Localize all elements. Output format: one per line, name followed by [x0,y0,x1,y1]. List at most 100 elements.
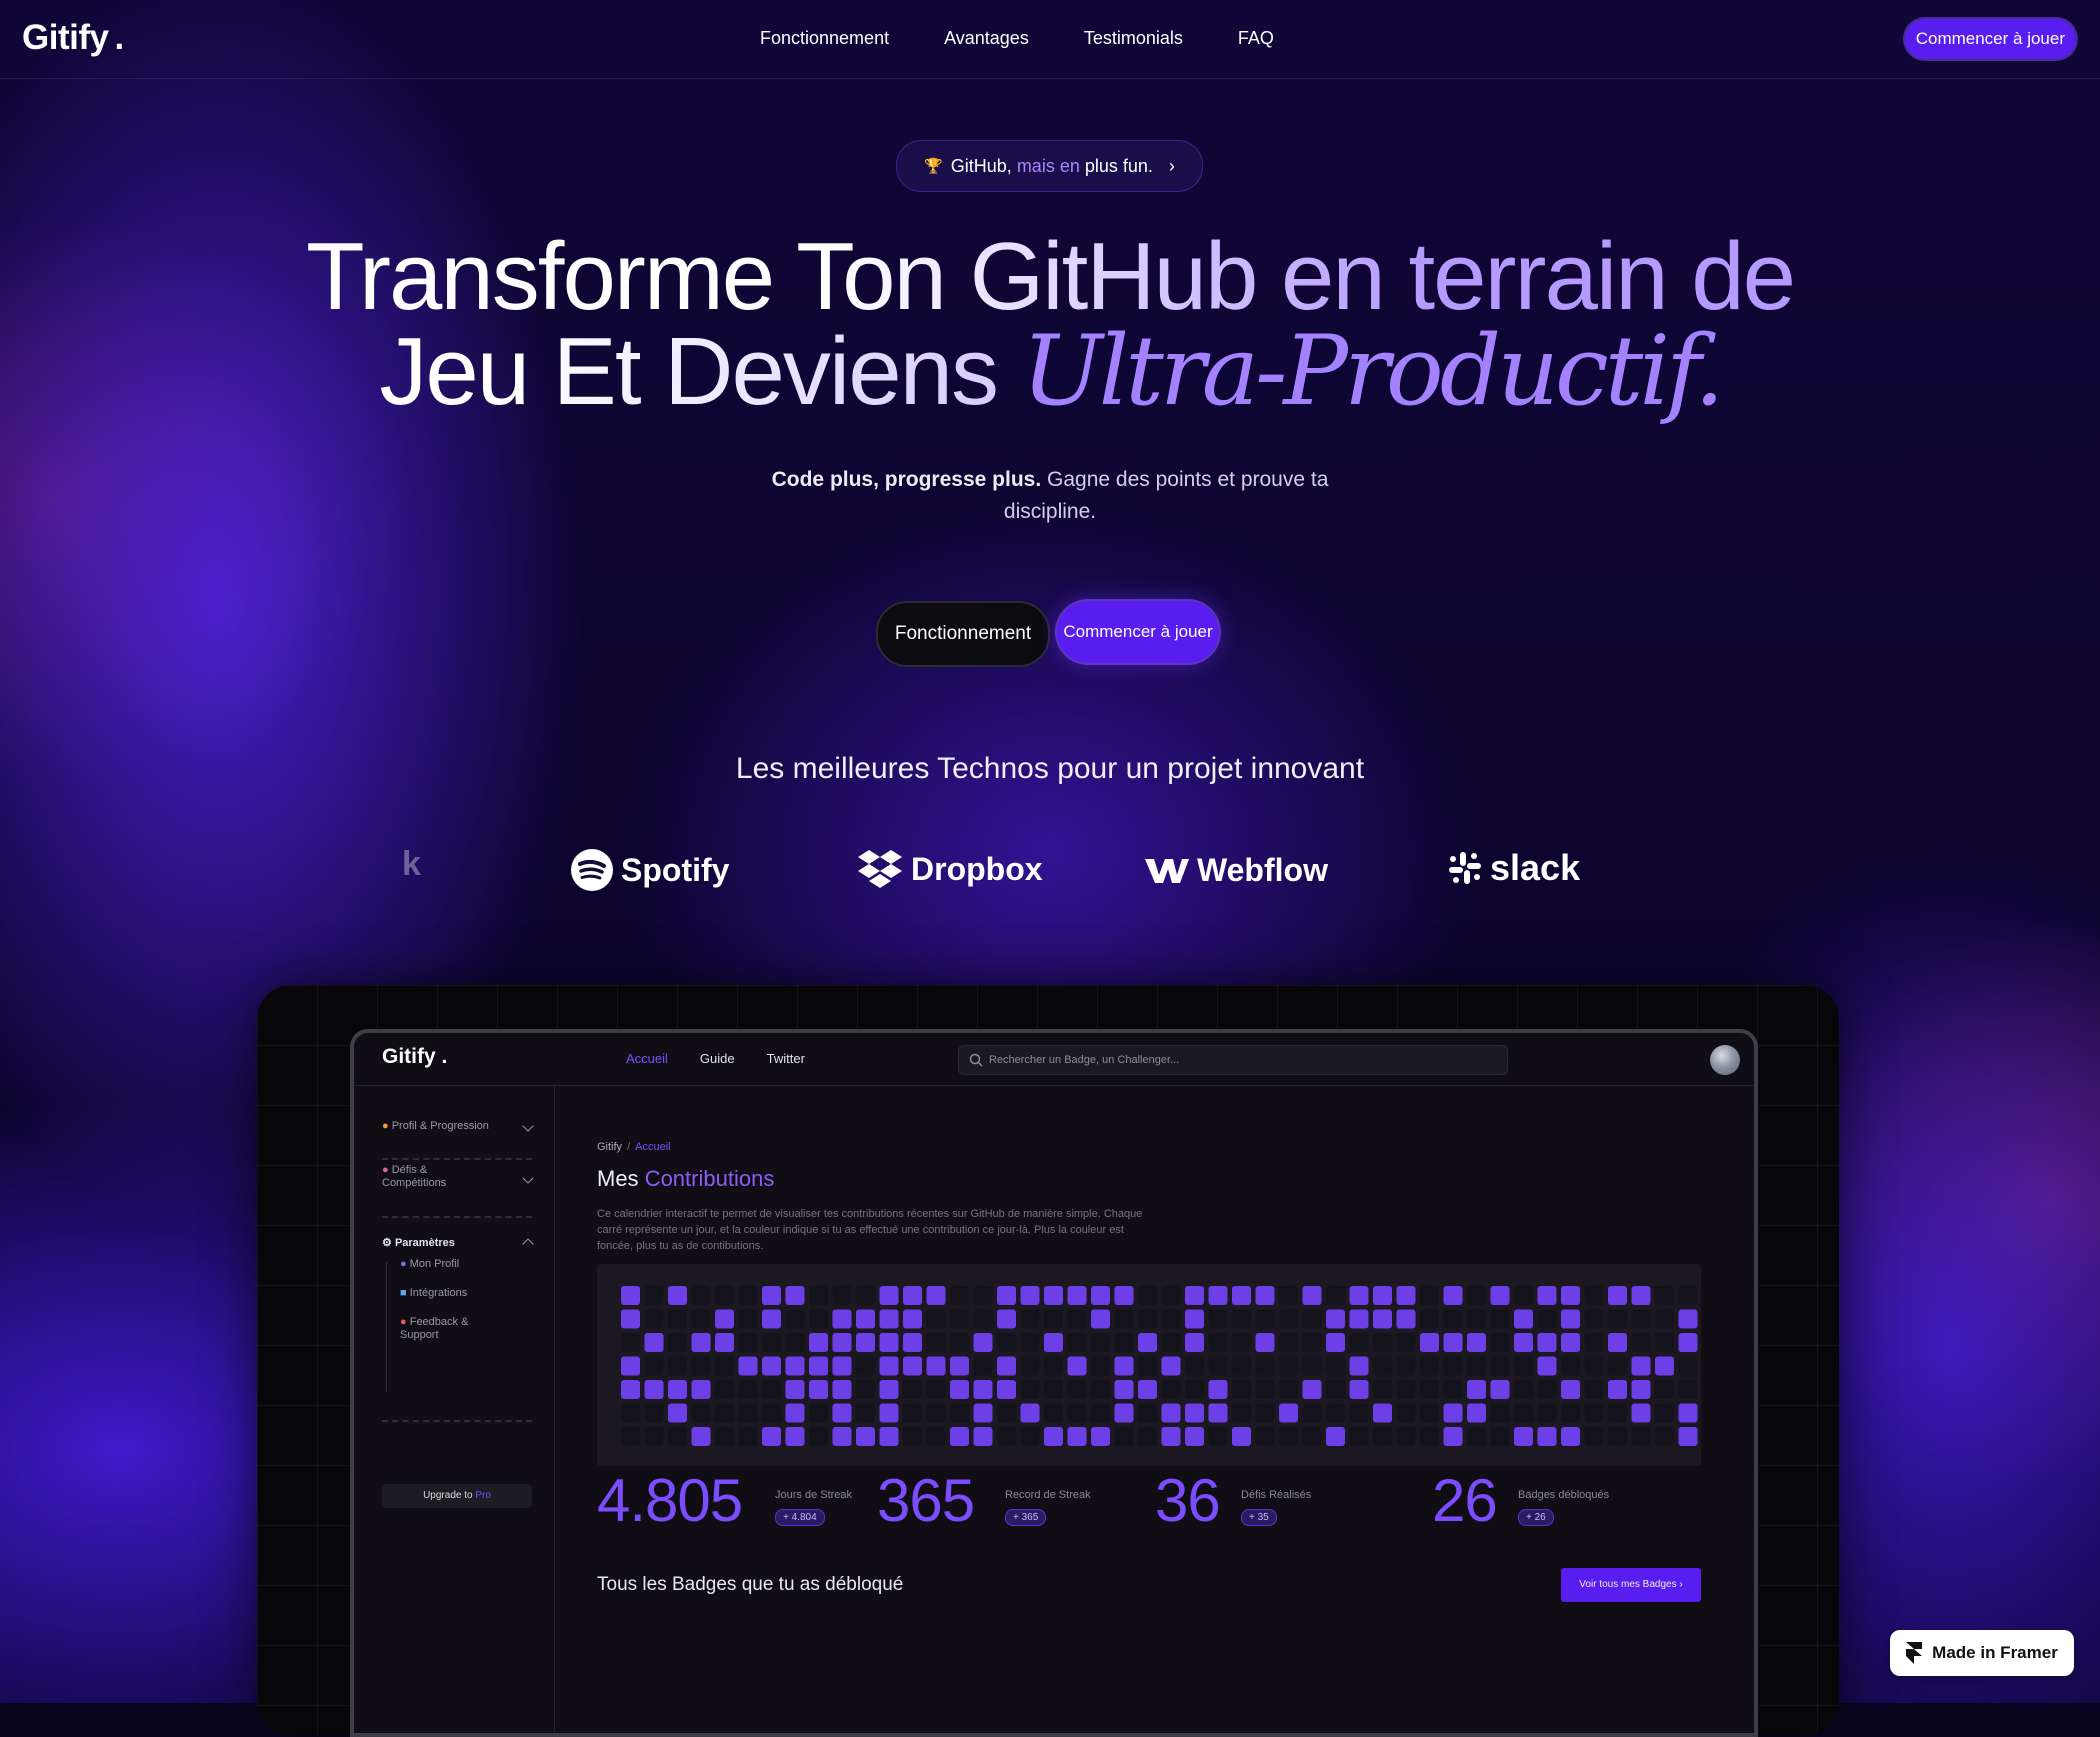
heatmap-cell[interactable] [832,1356,852,1376]
heatmap-cell[interactable] [1537,1356,1557,1376]
heatmap-cell[interactable] [1631,1309,1651,1329]
heatmap-cell[interactable] [997,1380,1016,1399]
heatmap-cell[interactable] [1091,1427,1110,1446]
heatmap-cell[interactable] [1185,1380,1204,1399]
heatmap-cell[interactable] [1490,1309,1510,1329]
heatmap-cell[interactable] [715,1333,734,1352]
heatmap-cell[interactable] [762,1356,781,1376]
heatmap-cell[interactable] [809,1356,828,1376]
heatmap-cell[interactable] [1044,1333,1063,1352]
heatmap-cell[interactable] [1678,1380,1698,1399]
sidebar-item-profil[interactable]: ● Profil & Progression [382,1120,489,1132]
heatmap-cell[interactable] [1514,1380,1533,1399]
heatmap-cell[interactable] [1467,1309,1486,1329]
heatmap-cell[interactable] [926,1333,946,1352]
heatmap-cell[interactable] [1678,1309,1698,1329]
heatmap-cell[interactable] [691,1286,711,1305]
heatmap-cell[interactable] [644,1309,664,1329]
heatmap-cell[interactable] [1608,1356,1627,1376]
heatmap-cell[interactable] [1161,1427,1181,1446]
heatmap-cell[interactable] [1208,1403,1228,1423]
heatmap-cell[interactable] [879,1356,899,1376]
heatmap-cell[interactable] [1067,1403,1087,1423]
heatmap-cell[interactable] [1091,1286,1110,1305]
heatmap-cell[interactable] [738,1309,758,1329]
heatmap-cell[interactable] [785,1333,805,1352]
heatmap-cell[interactable] [762,1427,781,1446]
heatmap-cell[interactable] [1349,1286,1369,1305]
heatmap-cell[interactable] [1396,1380,1416,1399]
heatmap-cell[interactable] [1678,1427,1698,1446]
heatmap-cell[interactable] [762,1286,781,1305]
heatmap-cell[interactable] [1584,1309,1604,1329]
heatmap-cell[interactable] [1138,1427,1157,1446]
heatmap-cell[interactable] [1608,1333,1627,1352]
heatmap-cell[interactable] [1514,1356,1533,1376]
heatmap-cell[interactable] [1255,1356,1275,1376]
heatmap-cell[interactable] [1020,1356,1040,1376]
heatmap-cell[interactable] [1349,1403,1369,1423]
heatmap-cell[interactable] [926,1356,946,1376]
heatmap-cell[interactable] [1067,1380,1087,1399]
heatmap-cell[interactable] [1396,1356,1416,1376]
app-nav-accueil[interactable]: Accueil [626,1051,668,1066]
heatmap-cell[interactable] [1373,1286,1392,1305]
heatmap-cell[interactable] [785,1427,805,1446]
sidebar-sub-integrations[interactable]: ■ Intégrations [400,1287,467,1299]
heatmap-cell[interactable] [1443,1380,1463,1399]
heatmap-cell[interactable] [1584,1403,1604,1423]
heatmap-cell[interactable] [832,1403,852,1423]
heatmap-cell[interactable] [1326,1403,1345,1423]
heatmap-cell[interactable] [1161,1309,1181,1329]
heatmap-cell[interactable] [1373,1427,1392,1446]
heatmap-cell[interactable] [1232,1403,1251,1423]
heatmap-cell[interactable] [1161,1286,1181,1305]
heatmap-cell[interactable] [1255,1380,1275,1399]
heatmap-cell[interactable] [1420,1403,1439,1423]
heatmap-cell[interactable] [1279,1309,1298,1329]
heatmap-cell[interactable] [1443,1356,1463,1376]
heatmap-cell[interactable] [1655,1427,1674,1446]
heatmap-cell[interactable] [738,1427,758,1446]
heatmap-cell[interactable] [856,1403,875,1423]
heatmap-cell[interactable] [621,1286,640,1305]
heatmap-cell[interactable] [973,1427,993,1446]
heatmap-cell[interactable] [1232,1309,1251,1329]
heatmap-cell[interactable] [1420,1286,1439,1305]
heatmap-cell[interactable] [1396,1286,1416,1305]
heatmap-cell[interactable] [879,1427,899,1446]
heatmap-cell[interactable] [903,1356,922,1376]
heatmap-cell[interactable] [1655,1333,1674,1352]
heatmap-cell[interactable] [785,1286,805,1305]
heatmap-cell[interactable] [715,1309,734,1329]
heatmap-cell[interactable] [1631,1333,1651,1352]
heatmap-cell[interactable] [1631,1380,1651,1399]
nav-cta-button[interactable]: Commencer à jouer [1904,19,2076,59]
heatmap-cell[interactable] [1678,1356,1698,1376]
heatmap-cell[interactable] [1114,1309,1134,1329]
heatmap-cell[interactable] [832,1286,852,1305]
heatmap-cell[interactable] [1044,1427,1063,1446]
heatmap-cell[interactable] [644,1427,664,1446]
heatmap-cell[interactable] [762,1333,781,1352]
heatmap-cell[interactable] [950,1403,969,1423]
heatmap-cell[interactable] [1161,1356,1181,1376]
heatmap-cell[interactable] [1138,1309,1157,1329]
heatmap-cell[interactable] [1584,1380,1604,1399]
heatmap-cell[interactable] [644,1286,664,1305]
heatmap-cell[interactable] [762,1309,781,1329]
heatmap-cell[interactable] [1420,1333,1439,1352]
heatmap-cell[interactable] [785,1380,805,1399]
heatmap-cell[interactable] [1420,1380,1439,1399]
heatmap-cell[interactable] [856,1333,875,1352]
heatmap-cell[interactable] [1208,1333,1228,1352]
heatmap-cell[interactable] [644,1380,664,1399]
heatmap-cell[interactable] [1514,1427,1533,1446]
sidebar-sub-feedback[interactable]: ● Feedback & Support [400,1316,468,1342]
heatmap-cell[interactable] [950,1356,969,1376]
heatmap-cell[interactable] [1561,1427,1580,1446]
heatmap-cell[interactable] [691,1333,711,1352]
app-logo[interactable]: Gitify . [382,1045,447,1069]
heatmap-cell[interactable] [1185,1356,1204,1376]
heatmap-cell[interactable] [1537,1309,1557,1329]
